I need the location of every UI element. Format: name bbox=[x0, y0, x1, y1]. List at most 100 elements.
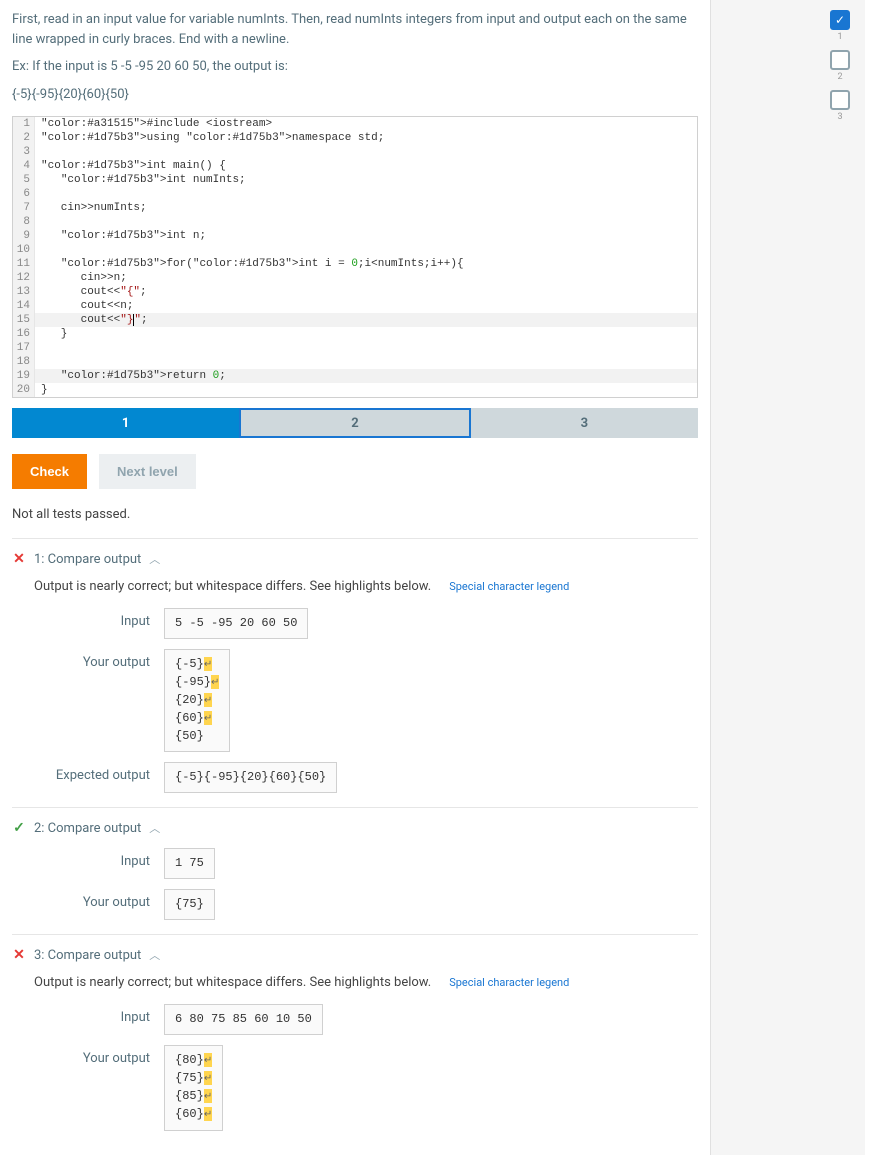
your-output-value: {-5}↵ {-95}↵ {20}↵ {60}↵ {50} bbox=[164, 649, 230, 752]
line-number: 1 bbox=[13, 117, 35, 131]
code-text[interactable]: cin>>n; bbox=[35, 271, 697, 285]
code-line[interactable]: 3 bbox=[13, 145, 697, 159]
progress-item-1[interactable]: ✓ 1 bbox=[830, 10, 850, 42]
input-label: Input bbox=[34, 848, 164, 869]
test-block: ✕1: Compare output︿Output is nearly corr… bbox=[12, 538, 698, 793]
button-row: Check Next level bbox=[12, 454, 698, 489]
progress-item-3[interactable]: 3 bbox=[830, 90, 850, 122]
code-line[interactable]: 7 cin>>numInts; bbox=[13, 201, 697, 215]
line-number: 20 bbox=[13, 383, 35, 397]
line-number: 4 bbox=[13, 159, 35, 173]
test-header[interactable]: ✕1: Compare output︿ bbox=[12, 551, 698, 567]
code-line[interactable]: 5 "color:#1d75b3">int numInts; bbox=[13, 173, 697, 187]
progress-item-2[interactable]: 2 bbox=[830, 50, 850, 82]
code-line[interactable]: 13 cout<<"{"; bbox=[13, 285, 697, 299]
your-output-value: {80}↵ {75}↵ {85}↵ {60}↵ bbox=[164, 1045, 223, 1131]
input-value: 1 75 bbox=[164, 848, 215, 879]
chevron-up-icon: ︿ bbox=[149, 820, 160, 836]
line-number: 13 bbox=[13, 285, 35, 299]
your-output-value: {75} bbox=[164, 889, 215, 920]
line-number: 5 bbox=[13, 173, 35, 187]
code-line[interactable]: 9 "color:#1d75b3">int n; bbox=[13, 229, 697, 243]
chevron-up-icon: ︿ bbox=[149, 947, 160, 963]
test-title: 2: Compare output bbox=[34, 821, 141, 836]
code-line[interactable]: 14 cout<<n; bbox=[13, 299, 697, 313]
line-number: 3 bbox=[13, 145, 35, 159]
code-line[interactable]: 19 "color:#1d75b3">return 0; bbox=[13, 369, 697, 383]
code-text[interactable]: cin>>numInts; bbox=[35, 201, 697, 215]
line-number: 18 bbox=[13, 355, 35, 369]
code-text[interactable]: "color:#1d75b3">int numInts; bbox=[35, 173, 697, 187]
line-number: 16 bbox=[13, 327, 35, 341]
instructions: First, read in an input value for variab… bbox=[12, 10, 698, 104]
code-line[interactable]: 2"color:#1d75b3">using "color:#1d75b3">n… bbox=[13, 131, 697, 145]
expected-label: Expected output bbox=[34, 762, 164, 783]
line-number: 9 bbox=[13, 229, 35, 243]
check-icon: ✓ bbox=[835, 13, 845, 27]
test-header[interactable]: ✓ 2: Compare output ︿ bbox=[12, 820, 698, 836]
code-line[interactable]: 12 cin>>n; bbox=[13, 271, 697, 285]
code-text[interactable] bbox=[35, 355, 697, 369]
chevron-up-icon: ︿ bbox=[149, 551, 160, 567]
code-text[interactable]: "color:#1d75b3">int main() { bbox=[35, 159, 697, 173]
test-block: ✓ 2: Compare output ︿ Input1 75Your output{… bbox=[12, 807, 698, 920]
tab-2[interactable]: 2 bbox=[239, 408, 470, 438]
code-text[interactable]: "color:#1d75b3">int n; bbox=[35, 229, 697, 243]
code-line[interactable]: 20} bbox=[13, 383, 697, 397]
status-message: Not all tests passed. bbox=[12, 507, 698, 522]
tab-1[interactable]: 1 bbox=[12, 408, 239, 438]
x-icon: ✕ bbox=[12, 948, 26, 962]
line-number: 11 bbox=[13, 257, 35, 271]
code-text[interactable]: "color:#1d75b3">return 0; bbox=[35, 369, 697, 383]
code-text[interactable]: "color:#1d75b3">for("color:#1d75b3">int … bbox=[35, 257, 697, 271]
code-text[interactable]: cout<<"{"; bbox=[35, 285, 697, 299]
your-output-label: Your output bbox=[34, 1045, 164, 1066]
instruction-example: Ex: If the input is 5 -5 -95 20 60 50, t… bbox=[12, 57, 698, 77]
line-number: 7 bbox=[13, 201, 35, 215]
check-icon: ✓ bbox=[12, 821, 26, 835]
check-button[interactable]: Check bbox=[12, 454, 87, 489]
code-text[interactable] bbox=[35, 243, 697, 257]
code-line[interactable]: 8 bbox=[13, 215, 697, 229]
code-text[interactable]: } bbox=[35, 327, 697, 341]
next-level-button[interactable]: Next level bbox=[99, 454, 196, 489]
code-text[interactable]: "color:#1d75b3">using "color:#1d75b3">na… bbox=[35, 131, 697, 145]
test-detail: Output is nearly correct; but whitespace… bbox=[12, 579, 698, 793]
test-title: 3: Compare output bbox=[34, 948, 141, 963]
input-label: Input bbox=[34, 608, 164, 629]
code-text[interactable] bbox=[35, 215, 697, 229]
code-line[interactable]: 11 "color:#1d75b3">for("color:#1d75b3">i… bbox=[13, 257, 697, 271]
legend-link[interactable]: Special character legend bbox=[449, 580, 569, 593]
line-number: 8 bbox=[13, 215, 35, 229]
test-detail: Output is nearly correct; but whitespace… bbox=[12, 975, 698, 1131]
code-text[interactable] bbox=[35, 145, 697, 159]
code-line[interactable]: 6 bbox=[13, 187, 697, 201]
legend-link[interactable]: Special character legend bbox=[449, 976, 569, 989]
instruction-text: First, read in an input value for variab… bbox=[12, 10, 698, 49]
code-text[interactable]: cout<<"}"; bbox=[35, 313, 697, 327]
code-text[interactable]: cout<<n; bbox=[35, 299, 697, 313]
feedback-text: Output is nearly correct; but whitespace… bbox=[34, 975, 698, 990]
feedback-text: Output is nearly correct; but whitespace… bbox=[34, 579, 698, 594]
code-line[interactable]: 17 bbox=[13, 341, 697, 355]
code-text[interactable]: } bbox=[35, 383, 697, 397]
code-editor[interactable]: 1"color:#a31515">#include <iostream>2"co… bbox=[12, 116, 698, 398]
code-line[interactable]: 4"color:#1d75b3">int main() { bbox=[13, 159, 697, 173]
code-text[interactable] bbox=[35, 341, 697, 355]
code-text[interactable]: "color:#a31515">#include <iostream> bbox=[35, 117, 697, 131]
code-text[interactable] bbox=[35, 187, 697, 201]
code-line[interactable]: 10 bbox=[13, 243, 697, 257]
test-title: 1: Compare output bbox=[34, 552, 141, 567]
line-number: 14 bbox=[13, 299, 35, 313]
input-value: 6 80 75 85 60 10 50 bbox=[164, 1004, 323, 1035]
code-line[interactable]: 15 cout<<"}"; bbox=[13, 313, 697, 327]
input-label: Input bbox=[34, 1004, 164, 1025]
code-line[interactable]: 1"color:#a31515">#include <iostream> bbox=[13, 117, 697, 131]
tabs-row: 1 2 3 bbox=[12, 408, 698, 438]
code-line[interactable]: 16 } bbox=[13, 327, 697, 341]
test-header[interactable]: ✕ 3: Compare output ︿ bbox=[12, 947, 698, 963]
test-detail: Input1 75Your output{75} bbox=[12, 848, 698, 920]
line-number: 2 bbox=[13, 131, 35, 145]
tab-3[interactable]: 3 bbox=[471, 408, 698, 438]
code-line[interactable]: 18 bbox=[13, 355, 697, 369]
